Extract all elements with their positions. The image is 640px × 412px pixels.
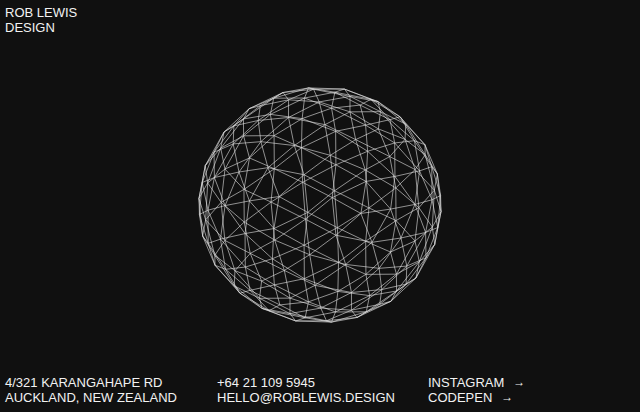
arrow-icon: → (501, 390, 513, 405)
brand-line: DESIGN (5, 20, 635, 35)
address-line: AUCKLAND, NEW ZEALAND (5, 390, 217, 405)
footer: 4/321 KARANGAHAPE RDAUCKLAND, NEW ZEALAN… (0, 375, 640, 412)
links-column: INSTAGRAM→CODEPEN→ (428, 375, 635, 405)
address-column: 4/321 KARANGAHAPE RDAUCKLAND, NEW ZEALAN… (5, 375, 217, 405)
contact-line[interactable]: +64 21 109 5945 (217, 375, 428, 390)
sphere-stage (0, 35, 640, 375)
brand-logo[interactable]: ROB LEWISDESIGN (0, 0, 640, 35)
contact-column: +64 21 109 5945HELLO@ROBLEWIS.DESIGN (217, 375, 428, 405)
wireframe-sphere-icon (195, 80, 445, 330)
link-label: INSTAGRAM (428, 375, 504, 390)
arrow-icon: → (513, 375, 525, 390)
brand-line: ROB LEWIS (5, 5, 635, 20)
link-label: CODEPEN (428, 390, 492, 405)
address-line: 4/321 KARANGAHAPE RD (5, 375, 217, 390)
social-link[interactable]: CODEPEN → (428, 390, 635, 405)
page: ROB LEWISDESIGN 4/321 KARANGAHAPE RDAUCKL… (0, 0, 640, 412)
social-link[interactable]: INSTAGRAM → (428, 375, 635, 390)
contact-line[interactable]: HELLO@ROBLEWIS.DESIGN (217, 390, 428, 405)
